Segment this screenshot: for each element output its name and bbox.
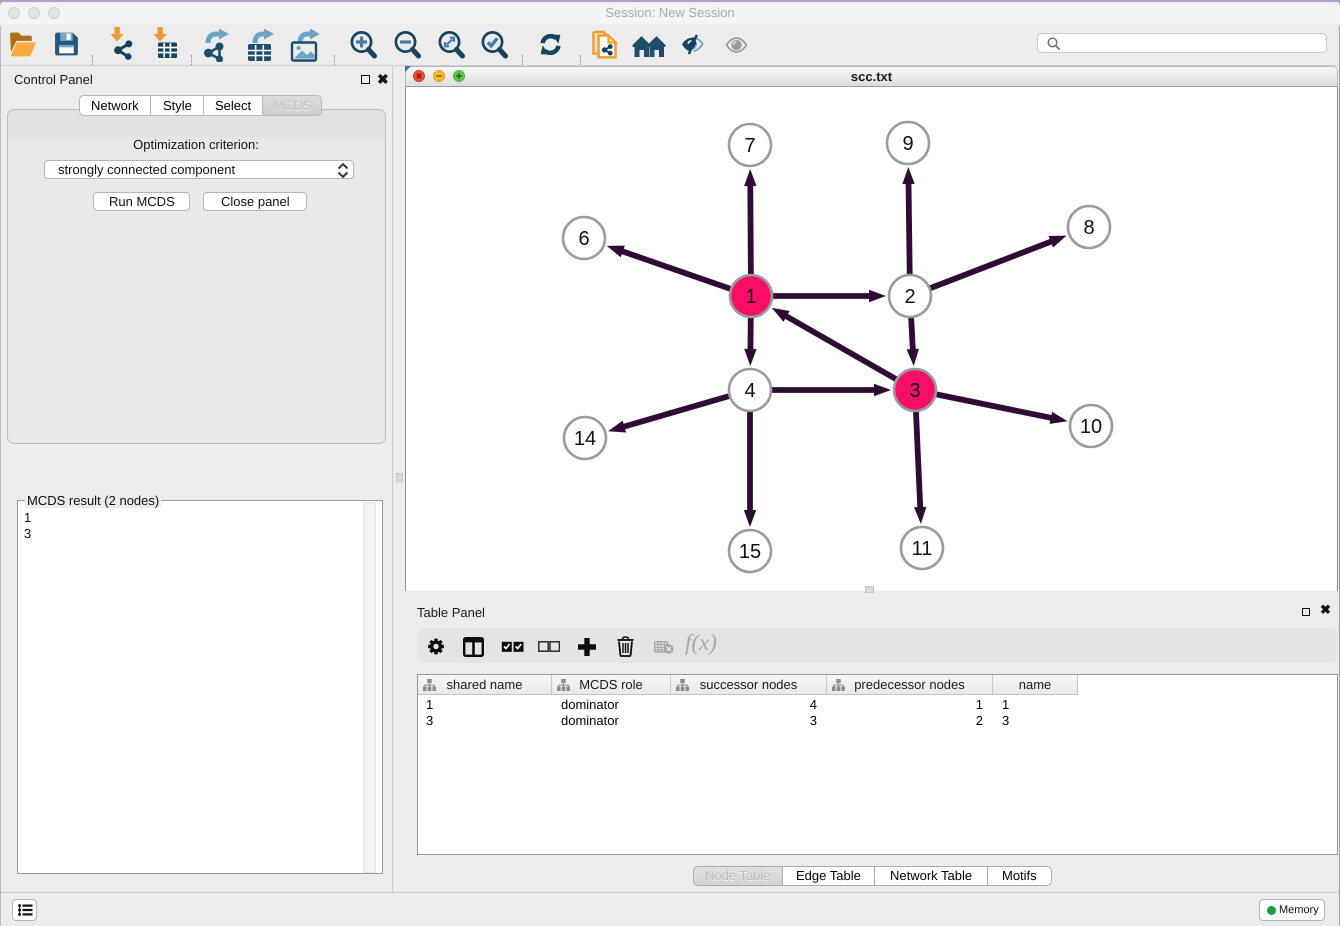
- svg-text:9: 9: [902, 133, 913, 155]
- svg-text:8: 8: [1083, 217, 1094, 239]
- svg-text:3: 3: [909, 380, 920, 402]
- svg-text:15: 15: [739, 541, 761, 563]
- svg-text:4: 4: [744, 380, 755, 402]
- svg-text:6: 6: [578, 228, 589, 250]
- svg-text:7: 7: [744, 135, 755, 157]
- svg-text:1: 1: [745, 286, 756, 308]
- svg-text:11: 11: [912, 538, 933, 560]
- svg-text:2: 2: [904, 286, 915, 308]
- svg-text:10: 10: [1080, 416, 1102, 438]
- svg-text:14: 14: [574, 428, 596, 450]
